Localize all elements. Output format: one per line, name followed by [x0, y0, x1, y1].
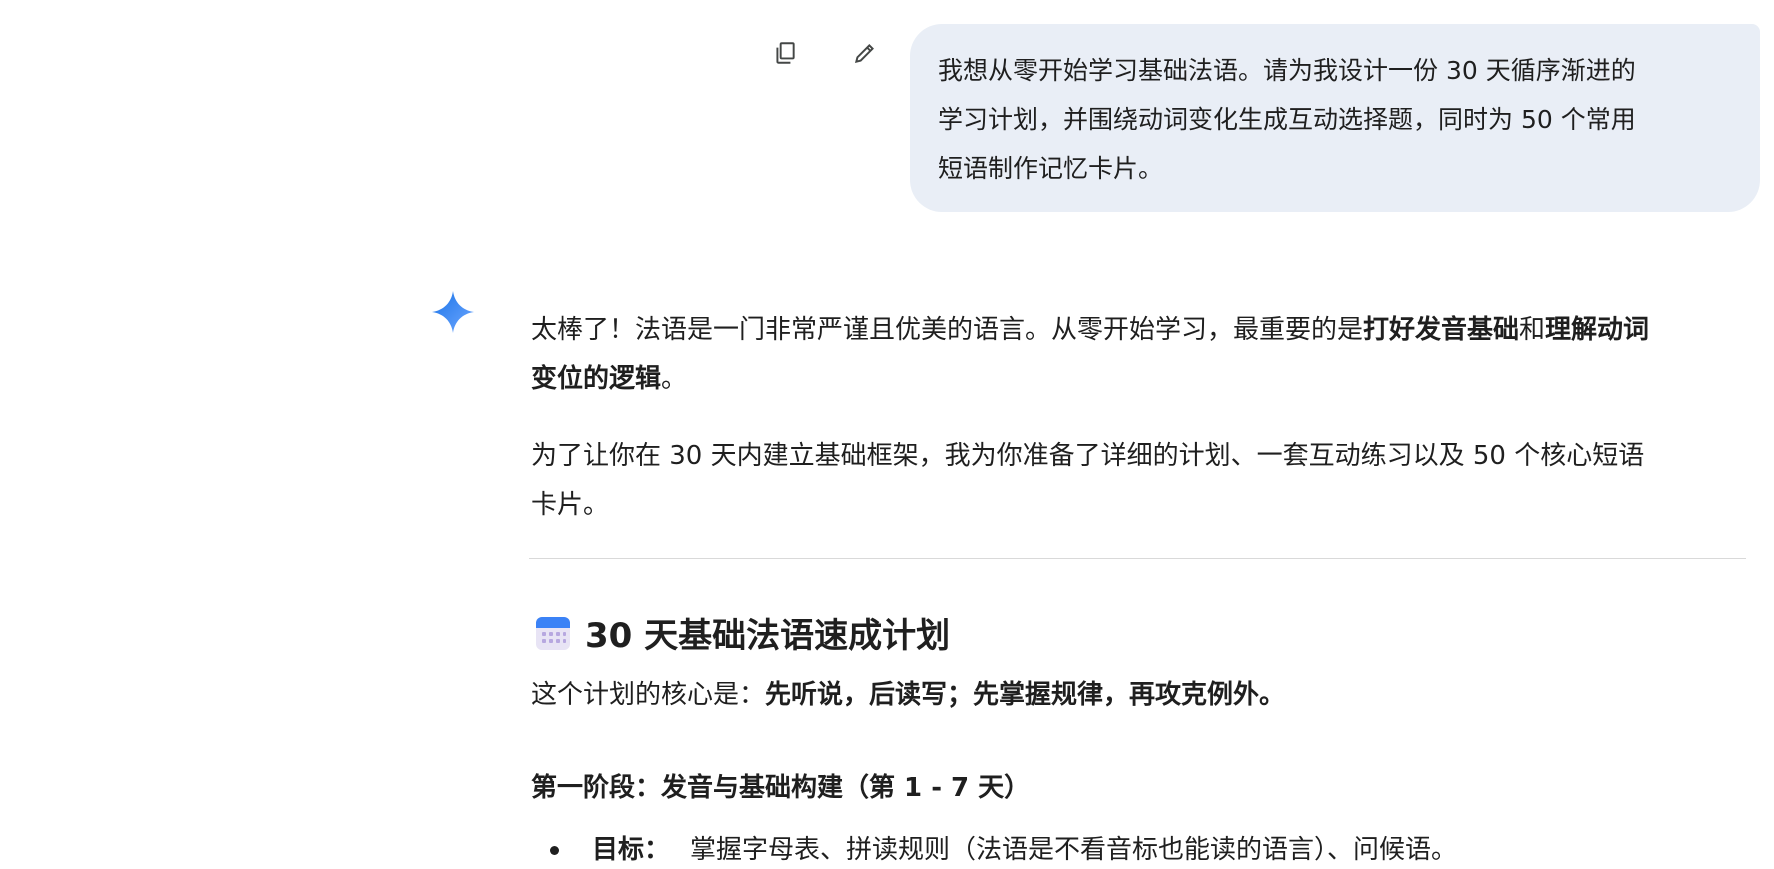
- response-paragraph-2: 为了让你在 30 天内建立基础框架，我为你准备了详细的计划、一套互动练习以及 5…: [531, 432, 1746, 530]
- list-item: 目标： 掌握字母表、拼读规则（法语是不看音标也能读的语言）、问候语。: [550, 827, 1457, 869]
- copy-icon: [776, 42, 795, 64]
- text-segment: 这个计划的核心是：: [531, 680, 766, 710]
- user-message-bubble: 我想从零开始学习基础法语。请为我设计一份 30 天循序渐进的 学习计划，并围绕动…: [910, 24, 1760, 212]
- text-segment: 。: [661, 364, 688, 394]
- gemini-spark-icon: [432, 291, 474, 333]
- bold-segment: 变位的逻辑: [531, 364, 662, 394]
- bullet-text: 掌握字母表、拼读规则（法语是不看音标也能读的语言）、问候语。: [690, 835, 1458, 865]
- text-line: 卡片。: [531, 490, 610, 520]
- bold-segment: 打好发音基础: [1363, 315, 1520, 345]
- response-paragraph-1: 太棒了！法语是一门非常严谨且优美的语言。从零开始学习，最重要的是打好发音基础和理…: [531, 306, 1746, 404]
- chat-page: 我想从零开始学习基础法语。请为我设计一份 30 天循序渐进的 学习计划，并围绕动…: [0, 0, 1774, 869]
- text-line: 为了让你在 30 天内建立基础框架，我为你准备了详细的计划、一套互动练习以及 5…: [531, 441, 1645, 471]
- user-message-line: 短语制作记忆卡片。: [938, 154, 1164, 183]
- user-message-line: 我想从零开始学习基础法语。请为我设计一份 30 天循序渐进的: [938, 56, 1636, 85]
- text-segment: 和: [1519, 315, 1546, 345]
- bold-segment: 先听说，后读写；先掌握规律，再攻克例外。: [765, 680, 1286, 710]
- model-response: 太棒了！法语是一门非常严谨且优美的语言。从零开始学习，最重要的是打好发音基础和理…: [531, 306, 1746, 530]
- edit-button[interactable]: [848, 36, 882, 70]
- bold-segment: 理解动词: [1545, 315, 1650, 345]
- section-divider: [529, 558, 1746, 559]
- user-message-actions: [768, 36, 882, 70]
- bullet-dot: [550, 845, 559, 855]
- plan-core-line: 这个计划的核心是：先听说，后读写；先掌握规律，再攻克例外。: [531, 672, 1285, 718]
- text-segment: 太棒了！法语是一门非常严谨且优美的语言。从零开始学习，最重要的是: [531, 315, 1364, 345]
- bullet-label: 目标：: [592, 835, 671, 865]
- stage-1-heading: 第一阶段：发音与基础构建（第 1 - 7 天）: [531, 773, 1031, 803]
- heading-text: 30 天基础法语速成计划: [585, 616, 951, 656]
- user-message-line: 学习计划，并围绕动词变化生成互动选择题，同时为 50 个常用: [938, 105, 1636, 134]
- calendar-icon: [536, 616, 570, 650]
- edit-icon: [854, 44, 874, 64]
- plan-heading: 30 天基础法语速成计划: [535, 608, 950, 657]
- copy-button[interactable]: [768, 36, 802, 70]
